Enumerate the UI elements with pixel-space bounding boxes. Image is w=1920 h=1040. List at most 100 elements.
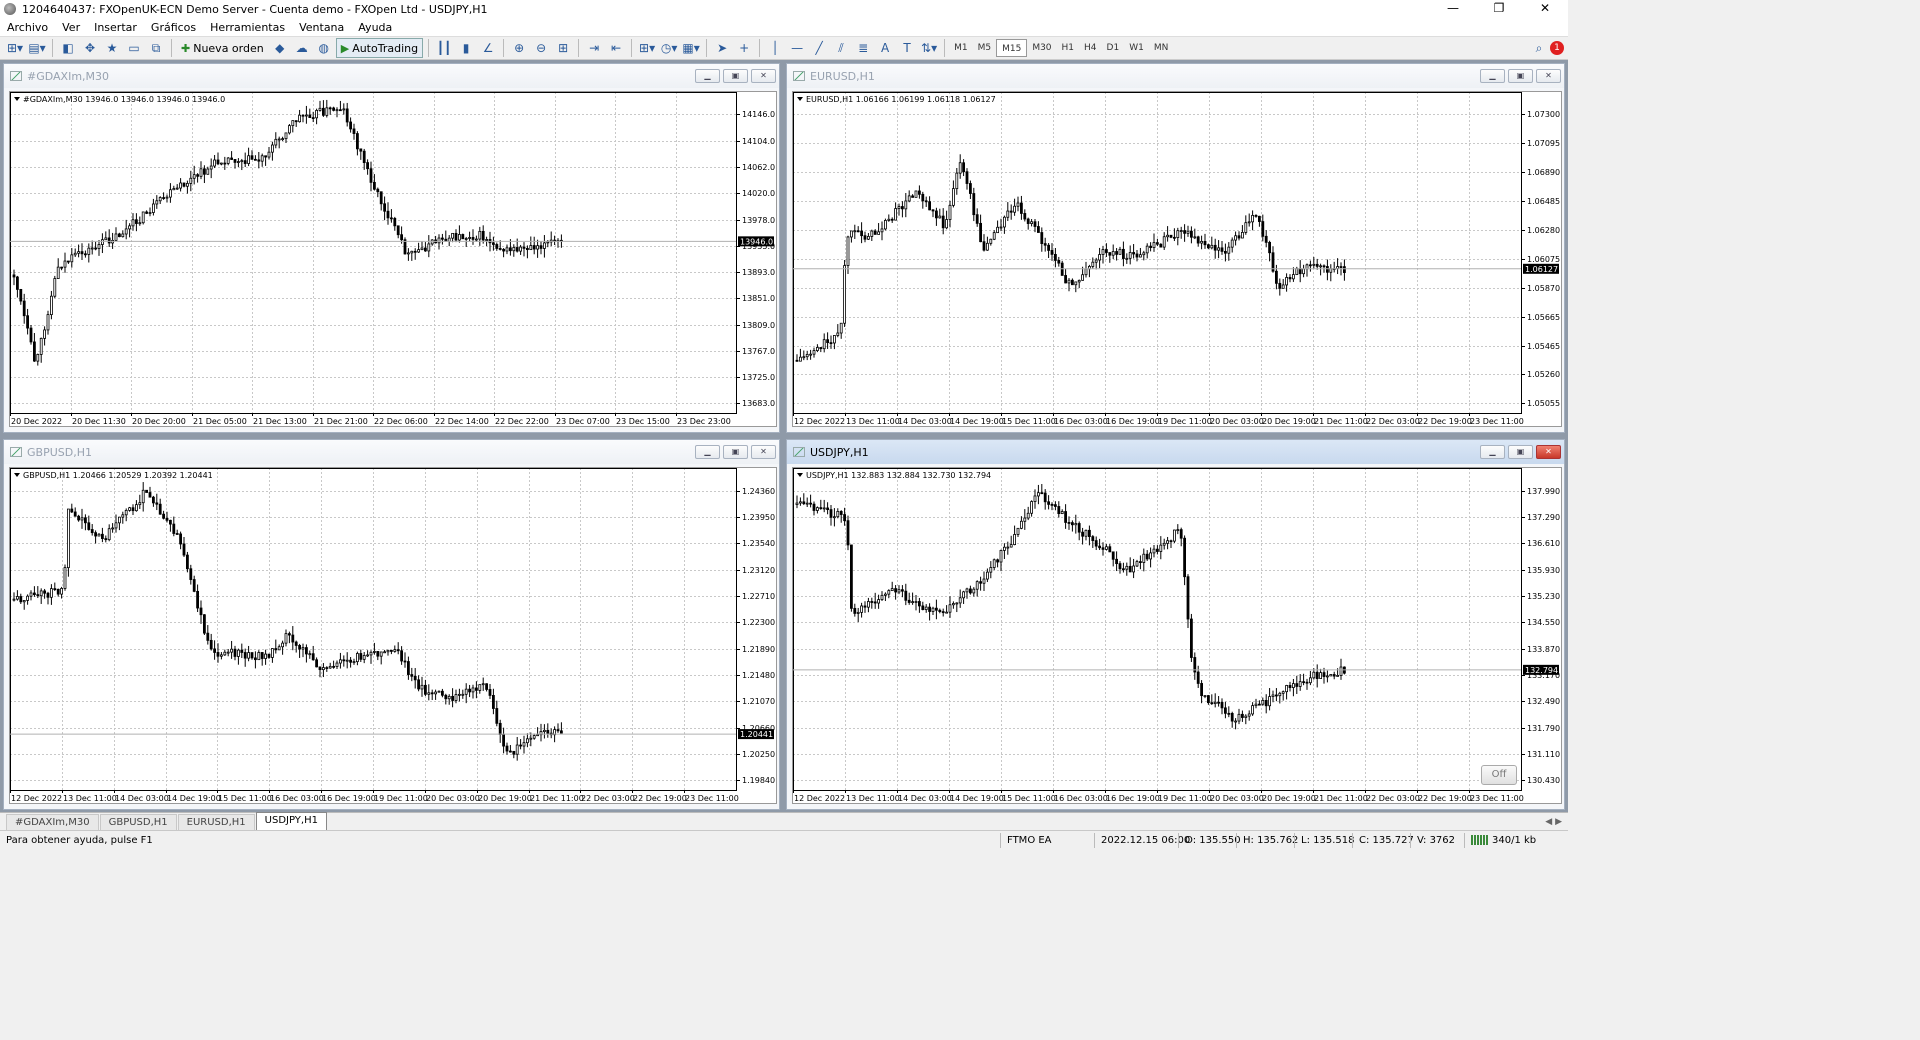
- timeframe-h1[interactable]: H1: [1057, 39, 1080, 57]
- candlestick-icon[interactable]: ▮: [456, 38, 476, 58]
- price-chart[interactable]: 1.24360 1.23950 1.23540 1.23120 1.22710 1.223…: [9, 467, 777, 804]
- cursor-icon[interactable]: ➤: [712, 38, 732, 58]
- chart-window-gbpusd[interactable]: GBPUSD,H1 ▁ ▣ ✕ 1.24360 1.23950 1.23540 1.2…: [3, 439, 780, 810]
- chart-minimize-button[interactable]: ▁: [695, 445, 720, 459]
- tab-gbpusd[interactable]: GBPUSD,H1: [99, 814, 177, 830]
- periods-icon[interactable]: ◷▾: [659, 38, 679, 58]
- crosshair-icon[interactable]: +: [734, 38, 754, 58]
- candle-body: [437, 237, 441, 244]
- candle-body: [56, 266, 60, 279]
- timeframe-m15[interactable]: M15: [996, 39, 1028, 57]
- timeframe-mn[interactable]: MN: [1149, 39, 1174, 57]
- chart-restore-button[interactable]: ▣: [1508, 445, 1533, 459]
- chart-minimize-button[interactable]: ▁: [1480, 69, 1505, 83]
- trendline-icon[interactable]: ╱: [809, 38, 829, 58]
- chart-window-eurusd[interactable]: EURUSD,H1 ▁ ▣ ✕ 1.07300 1.07095 1.06890 1.0…: [786, 63, 1565, 433]
- auto-scroll-icon[interactable]: ⇥: [584, 38, 604, 58]
- horizontal-line-icon[interactable]: —: [787, 38, 807, 58]
- chart-close-button[interactable]: ✕: [1536, 69, 1561, 83]
- timeframe-m5[interactable]: M5: [973, 39, 997, 57]
- chart-caption[interactable]: #GDAXIm,M30 ▁ ▣ ✕: [4, 64, 779, 88]
- chart-caption[interactable]: GBPUSD,H1 ▁ ▣ ✕: [4, 440, 779, 464]
- arrows-icon[interactable]: ⇅▾: [919, 38, 939, 58]
- candle-body: [833, 516, 836, 519]
- chart-caption[interactable]: EURUSD,H1 ▁ ▣ ✕: [787, 64, 1564, 88]
- chart-shift-icon[interactable]: ⇤: [606, 38, 626, 58]
- metaeditor-icon[interactable]: ◆: [270, 38, 290, 58]
- minimize-button[interactable]: —: [1430, 0, 1476, 18]
- fibonacci-icon[interactable]: ≣: [853, 38, 873, 58]
- price-chart[interactable]: 14146.0 14104.0 14062.0 14020.0 13978.0 13935…: [9, 91, 777, 427]
- new-order-button[interactable]: ✚ Nueva orden: [177, 38, 268, 58]
- symbol-dropdown-icon[interactable]: [797, 97, 803, 101]
- time-axis-label: 23 Dec 11:00: [1470, 794, 1524, 803]
- templates-icon[interactable]: ▦▾: [681, 38, 701, 58]
- text-label-icon[interactable]: T: [897, 38, 917, 58]
- price-chart[interactable]: 1.07300 1.07095 1.06890 1.06485 1.06280 1.060…: [792, 91, 1562, 427]
- close-button[interactable]: ✕: [1522, 0, 1568, 18]
- chart-restore-button[interactable]: ▣: [1508, 69, 1533, 83]
- tab-scroll-arrows-icon[interactable]: ◀ ▶: [1545, 814, 1568, 830]
- timeframe-m1[interactable]: M1: [949, 39, 973, 57]
- chart-close-button[interactable]: ✕: [751, 69, 776, 83]
- timeframe-w1[interactable]: W1: [1124, 39, 1149, 57]
- menu-ventana[interactable]: Ventana: [292, 21, 351, 34]
- terminal-icon[interactable]: ▭: [124, 38, 144, 58]
- menu-archivo[interactable]: Archivo: [0, 21, 55, 34]
- market-icon[interactable]: ◍: [314, 38, 334, 58]
- notification-badge[interactable]: 1: [1550, 41, 1564, 55]
- off-button[interactable]: Off: [1481, 765, 1517, 785]
- vertical-line-icon[interactable]: │: [765, 38, 785, 58]
- chart-restore-button[interactable]: ▣: [723, 445, 748, 459]
- new-chart-icon[interactable]: ⊞▾: [5, 38, 25, 58]
- menu-ayuda[interactable]: Ayuda: [351, 21, 399, 34]
- chart-minimize-button[interactable]: ▁: [1480, 445, 1505, 459]
- candle-body: [257, 652, 261, 661]
- chart-window-gdaxim[interactable]: #GDAXIm,M30 ▁ ▣ ✕ 14146.0 14104.0 14062.0 1…: [3, 63, 780, 433]
- symbol-dropdown-icon[interactable]: [797, 473, 803, 477]
- symbol-dropdown-icon[interactable]: [14, 473, 20, 477]
- candle-body: [519, 246, 523, 252]
- symbol-dropdown-icon[interactable]: [14, 97, 20, 101]
- maximize-button[interactable]: ❐: [1476, 0, 1522, 18]
- navigator-icon[interactable]: ★: [102, 38, 122, 58]
- channel-icon[interactable]: ⫽: [831, 38, 851, 58]
- tile-windows-icon[interactable]: ⊞: [553, 38, 573, 58]
- bar-chart-icon[interactable]: ┃┃: [434, 38, 454, 58]
- candle-body: [1326, 675, 1329, 678]
- chart-window-usdjpy[interactable]: USDJPY,H1 ▁ ▣ ✕ 137.990 137.290 136.610 135…: [786, 439, 1565, 810]
- tab-usdjpy[interactable]: USDJPY,H1: [255, 812, 327, 830]
- chart-caption[interactable]: USDJPY,H1 ▁ ▣ ✕: [787, 440, 1564, 464]
- line-chart-icon[interactable]: ∠: [478, 38, 498, 58]
- autotrading-button[interactable]: ▶ AutoTrading: [335, 38, 424, 58]
- profiles-icon[interactable]: ▤▾: [27, 38, 47, 58]
- chart-close-button[interactable]: ✕: [751, 445, 776, 459]
- price-chart[interactable]: 137.990 137.290 136.610 135.930 135.230 134.5…: [792, 467, 1562, 804]
- tab-eurusd[interactable]: EURUSD,H1: [177, 814, 255, 830]
- market-watch-icon[interactable]: ◧: [58, 38, 78, 58]
- chart-canvas[interactable]: 1.07300 1.07095 1.06890 1.06485 1.06280 1.060…: [793, 92, 1561, 426]
- tab-gdaxim[interactable]: #GDAXIm,M30: [6, 814, 99, 830]
- text-icon[interactable]: A: [875, 38, 895, 58]
- menu-herramientas[interactable]: Herramientas: [203, 21, 292, 34]
- timeframe-d1[interactable]: D1: [1102, 39, 1125, 57]
- zoom-in-icon[interactable]: ⊕: [509, 38, 529, 58]
- menu-ver[interactable]: Ver: [55, 21, 87, 34]
- search-icon[interactable]: ⌕: [1529, 38, 1549, 58]
- zoom-out-icon[interactable]: ⊖: [531, 38, 551, 58]
- candle-body: [196, 590, 200, 609]
- data-window-icon[interactable]: ✥: [80, 38, 100, 58]
- menu-insertar[interactable]: Insertar: [87, 21, 144, 34]
- indicators-icon[interactable]: ⊞▾: [637, 38, 657, 58]
- chart-restore-button[interactable]: ▣: [723, 69, 748, 83]
- chart-minimize-button[interactable]: ▁: [695, 69, 720, 83]
- signals-icon[interactable]: ☁: [292, 38, 312, 58]
- timeframe-m30[interactable]: M30: [1027, 39, 1056, 57]
- strategy-tester-icon[interactable]: ⧉: [146, 38, 166, 58]
- menu-graficos[interactable]: Gráficos: [144, 21, 203, 34]
- timeframe-h4[interactable]: H4: [1079, 39, 1102, 57]
- chart-canvas[interactable]: 1.24360 1.23950 1.23540 1.23120 1.22710 1.223…: [10, 468, 776, 803]
- chart-canvas[interactable]: 14146.014104.014062.014020.013978.013935…: [10, 92, 776, 426]
- chart-close-button[interactable]: ✕: [1536, 445, 1561, 459]
- chart-canvas[interactable]: 137.990 137.290 136.610 135.930 135.230 134.5…: [793, 468, 1561, 803]
